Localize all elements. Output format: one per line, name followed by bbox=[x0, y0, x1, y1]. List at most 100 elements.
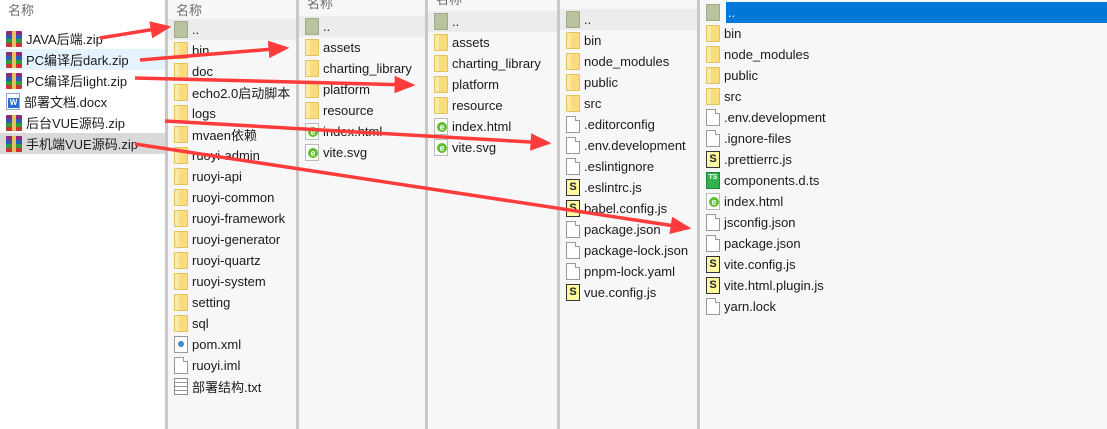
file-list-item[interactable]: TS components.d.ts bbox=[700, 170, 1107, 191]
file-list-item[interactable]: ruoyi-api bbox=[168, 166, 296, 187]
file-list-item[interactable]: Svite.html.plugin.js bbox=[700, 275, 1107, 296]
file-list-item[interactable]: setting bbox=[168, 292, 296, 313]
file-list-item[interactable]: logs bbox=[168, 103, 296, 124]
file-list-item[interactable]: 后台VUE源码.zip bbox=[0, 112, 165, 133]
file-list-item[interactable]: .eslintignore bbox=[560, 156, 697, 177]
file-name: echo2.0启动脚本 bbox=[192, 86, 291, 101]
file-list-item[interactable]: index.html bbox=[700, 191, 1107, 212]
file-name: pom.xml bbox=[192, 337, 242, 352]
parent-directory-item[interactable]: .. bbox=[299, 16, 425, 37]
folder-icon bbox=[706, 25, 720, 42]
file-list-item[interactable]: vite.svg bbox=[428, 137, 557, 158]
folder-icon bbox=[305, 81, 319, 98]
parent-directory-item[interactable]: .. bbox=[428, 11, 557, 32]
folder-icon bbox=[566, 32, 580, 49]
file-list-item[interactable]: bin bbox=[560, 30, 697, 51]
file-list-item[interactable]: resource bbox=[299, 100, 425, 121]
parent-directory-item[interactable]: .. bbox=[700, 2, 1107, 23]
file-list-item[interactable]: node_modules bbox=[560, 51, 697, 72]
file-list-item[interactable]: index.html bbox=[428, 116, 557, 137]
file-list-item[interactable]: node_modules bbox=[700, 44, 1107, 65]
file-list-item[interactable]: 手机端VUE源码.zip bbox=[0, 133, 165, 154]
file-list-item[interactable]: package.json bbox=[700, 233, 1107, 254]
file-list-item[interactable]: .env.development bbox=[700, 107, 1107, 128]
file-list-item[interactable]: package-lock.json bbox=[560, 240, 697, 261]
parent-icon bbox=[305, 18, 319, 35]
file-list-item[interactable]: public bbox=[560, 72, 697, 93]
file-list-item[interactable]: platform bbox=[428, 74, 557, 95]
parent-directory-item[interactable]: .. bbox=[560, 9, 697, 30]
file-name: index.html bbox=[452, 119, 512, 134]
folder-icon bbox=[305, 102, 319, 119]
file-list-item[interactable]: ruoyi-admin bbox=[168, 145, 296, 166]
file-list-item[interactable]: charting_library bbox=[299, 58, 425, 79]
file-list-item[interactable]: Svue.config.js bbox=[560, 282, 697, 303]
file-list-item[interactable]: resource bbox=[428, 95, 557, 116]
file-list-item[interactable]: index.html bbox=[299, 121, 425, 142]
file-list-item[interactable]: ruoyi.iml bbox=[168, 355, 296, 376]
file-list-item[interactable]: ruoyi-quartz bbox=[168, 250, 296, 271]
file-list-item[interactable]: S .eslintrc.js bbox=[560, 177, 697, 198]
file-list-item[interactable]: 部署文档.docx bbox=[0, 91, 165, 112]
file-list-item[interactable]: .editorconfig bbox=[560, 114, 697, 135]
file-list-item[interactable]: src bbox=[560, 93, 697, 114]
file-list-item[interactable]: ruoyi-system bbox=[168, 271, 296, 292]
file-list-item[interactable]: .env.development bbox=[560, 135, 697, 156]
folder-icon bbox=[174, 273, 188, 290]
file-list-item[interactable]: pom.xml bbox=[168, 334, 296, 355]
file-list-item[interactable]: ruoyi-common bbox=[168, 187, 296, 208]
column-header-name[interactable]: 名称 bbox=[436, 0, 462, 8]
file-list-item[interactable]: doc bbox=[168, 61, 296, 82]
file-list-item[interactable]: pnpm-lock.yaml bbox=[560, 261, 697, 282]
column-header-name[interactable]: 名称 bbox=[176, 0, 202, 19]
folder-panel-3: 名称.. assets charting_library platform resour… bbox=[296, 0, 425, 429]
file-name: ruoyi-admin bbox=[192, 148, 260, 163]
file-icon bbox=[566, 116, 580, 133]
file-list-item[interactable]: JAVA后端.zip bbox=[0, 28, 165, 49]
column-header-name[interactable]: 名称 bbox=[568, 0, 594, 3]
file-list-item[interactable]: mvaen依赖 bbox=[168, 124, 296, 145]
column-header-name[interactable]: 名称 bbox=[8, 0, 34, 19]
xml-icon bbox=[174, 336, 188, 353]
js-icon: S bbox=[706, 277, 720, 294]
file-list-item[interactable]: bin bbox=[168, 40, 296, 61]
file-name: 手机端VUE源码.zip bbox=[26, 137, 138, 152]
folder-panel-4: 名称.. assets charting_library platform resour… bbox=[425, 0, 557, 429]
file-list-item[interactable]: src bbox=[700, 86, 1107, 107]
file-list-item[interactable]: assets bbox=[428, 32, 557, 53]
file-list-item[interactable]: echo2.0启动脚本 bbox=[168, 82, 296, 103]
file-list-item[interactable]: Svite.config.js bbox=[700, 254, 1107, 275]
js-icon: S bbox=[566, 284, 580, 301]
file-icon bbox=[566, 263, 580, 280]
file-list-item[interactable]: ruoyi-framework bbox=[168, 208, 296, 229]
file-list-item[interactable]: package.json bbox=[560, 219, 697, 240]
file-icon bbox=[706, 130, 720, 147]
file-list-item[interactable]: sql bbox=[168, 313, 296, 334]
parent-directory-item[interactable]: .. bbox=[168, 19, 296, 40]
file-name: vue.config.js bbox=[584, 285, 657, 300]
file-list-item[interactable]: charting_library bbox=[428, 53, 557, 74]
file-list-item[interactable]: S .prettierrc.js bbox=[700, 149, 1107, 170]
file-list-item[interactable]: PC编译后dark.zip bbox=[0, 49, 165, 70]
file-list-item[interactable]: 部署结构.txt bbox=[168, 376, 296, 397]
js-icon: S bbox=[706, 256, 720, 273]
file-list-item[interactable]: public bbox=[700, 65, 1107, 86]
file-list-item[interactable]: .ignore-files bbox=[700, 128, 1107, 149]
file-list-item[interactable]: assets bbox=[299, 37, 425, 58]
file-name: src bbox=[584, 96, 602, 111]
folder-icon bbox=[174, 189, 188, 206]
file-list-item[interactable]: yarn.lock bbox=[700, 296, 1107, 317]
file-name: ruoyi-common bbox=[192, 190, 275, 205]
file-name: package-lock.json bbox=[584, 243, 689, 258]
file-list-item[interactable]: bin bbox=[700, 23, 1107, 44]
file-list-item[interactable]: Sbabel.config.js bbox=[560, 198, 697, 219]
file-name: public bbox=[724, 68, 758, 83]
file-list-item[interactable]: vite.svg bbox=[299, 142, 425, 163]
file-list-item[interactable]: jsconfig.json bbox=[700, 212, 1107, 233]
file-list-item[interactable]: platform bbox=[299, 79, 425, 100]
file-list-item[interactable]: PC编译后light.zip bbox=[0, 70, 165, 91]
file-name: mvaen依赖 bbox=[192, 128, 258, 143]
file-icon bbox=[706, 235, 720, 252]
file-list-item[interactable]: ruoyi-generator bbox=[168, 229, 296, 250]
column-header-name[interactable]: 名称 bbox=[307, 0, 333, 12]
